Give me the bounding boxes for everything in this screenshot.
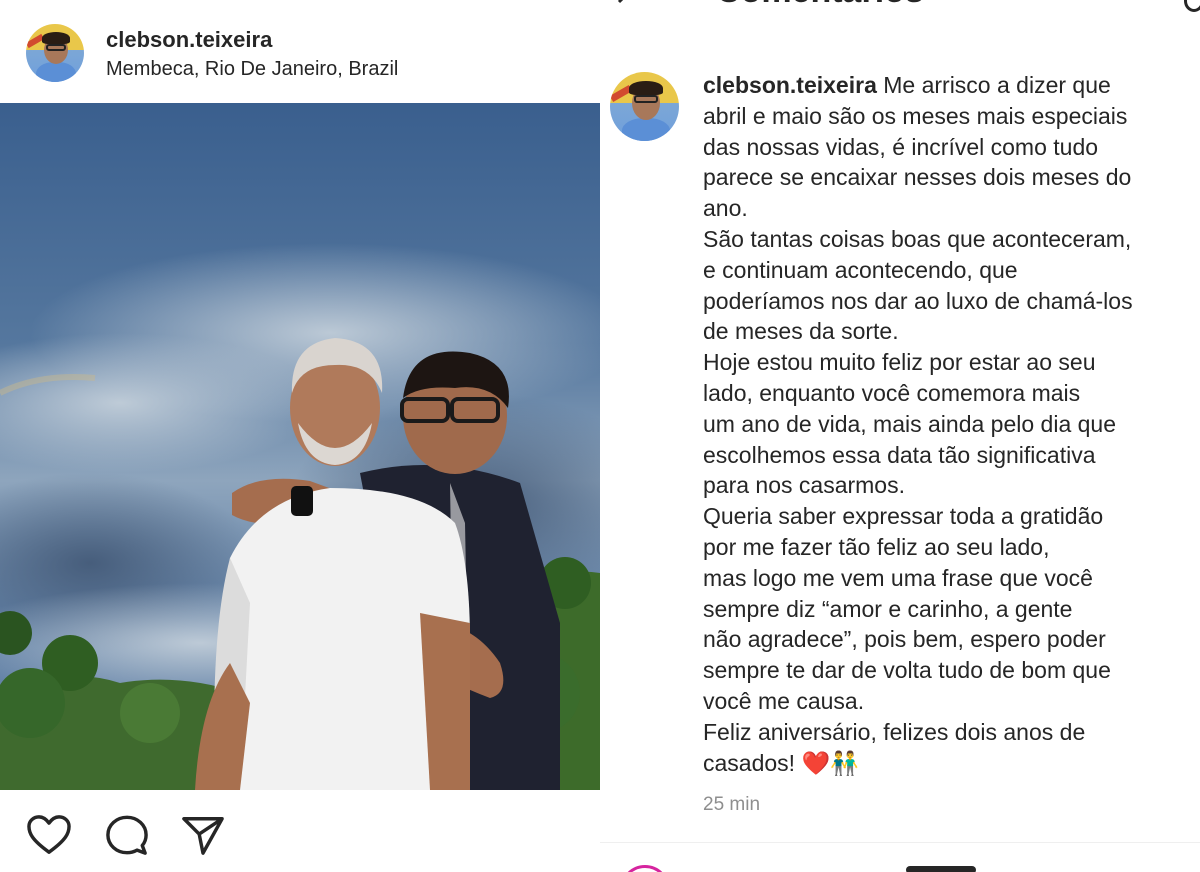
divider [600, 842, 1200, 843]
comment-line: Hoje estou muito feliz por estar ao seu [703, 349, 1096, 376]
heart-icon[interactable] [26, 814, 72, 856]
comment-line: Feliz aniversário, felizes dois anos de [703, 718, 1086, 745]
comment-line: de meses da sorte. [703, 318, 899, 345]
comment-line: poderíamos nos dar ao luxo de chamá-los [703, 287, 1133, 314]
couple-emoji: 👬 [830, 749, 859, 776]
page-title: Comentários [716, 0, 924, 11]
comment-line: Queria saber expressar toda a gratidão [703, 503, 1104, 530]
comment-line: lado, enquanto você comemora mais [703, 379, 1081, 406]
comment-line: você me causa. [703, 687, 865, 714]
comment-line: casados! [703, 749, 796, 776]
post-actions-bar [0, 790, 600, 872]
comment-line: por me fazer tão feliz ao seu lado, [703, 533, 1050, 560]
direct-message-icon[interactable] [1184, 0, 1200, 12]
red-heart-emoji: ❤️ [801, 749, 831, 776]
comment-line: mas logo me vem uma frase que você [703, 564, 1093, 591]
comment-line: parece se encaixar nesses dois meses do [703, 164, 1132, 191]
comment-icon[interactable] [104, 814, 150, 856]
comment-line: sempre te dar de volta tudo de bom que [703, 657, 1111, 684]
comment-timestamp: 25 min [703, 794, 761, 815]
photo-scene [0, 103, 600, 790]
arrow-left-icon[interactable] [614, 0, 634, 12]
comment-line: das nossas vidas, é incrível como tudo [703, 133, 1099, 160]
post-username[interactable]: clebson.teixeira [106, 27, 272, 53]
share-icon[interactable] [180, 814, 226, 856]
comments-panel: Comentários clebson.teixeira Me arrisco … [600, 0, 1200, 872]
comment-line: para nos casarmos. [703, 472, 905, 499]
comment-line: e continuam acontecendo, que [703, 256, 1018, 283]
post-panel: clebson.teixeira Membeca, Rio De Janeiro… [0, 0, 600, 872]
comment-line: não agradece”, pois bem, espero poder [703, 626, 1106, 653]
post-location[interactable]: Membeca, Rio De Janeiro, Brazil [106, 58, 398, 81]
comment-line: sempre diz “amor e carinho, a gente [703, 595, 1073, 622]
comment-body: clebson.teixeira Me arrisco a dizer que … [703, 70, 1197, 778]
post-header: clebson.teixeira Membeca, Rio De Janeiro… [0, 0, 600, 103]
next-comment-username[interactable] [906, 866, 976, 872]
avatar[interactable] [26, 24, 84, 82]
comment-avatar[interactable] [610, 72, 679, 141]
comment-username[interactable]: clebson.teixeira [703, 72, 877, 98]
comment-line: São tantas coisas boas que aconteceram, [703, 225, 1132, 252]
comment-line: escolhemos essa data tão significativa [703, 441, 1096, 468]
comment-line: ano. [703, 195, 748, 222]
next-comment-avatar[interactable] [620, 865, 670, 872]
comment-line: abril e maio são os meses mais especiais [703, 102, 1128, 129]
post-photo[interactable] [0, 103, 600, 790]
comment-line: um ano de vida, mais ainda pelo dia que [703, 410, 1117, 437]
comment-line: Me arrisco a dizer que [883, 72, 1111, 98]
